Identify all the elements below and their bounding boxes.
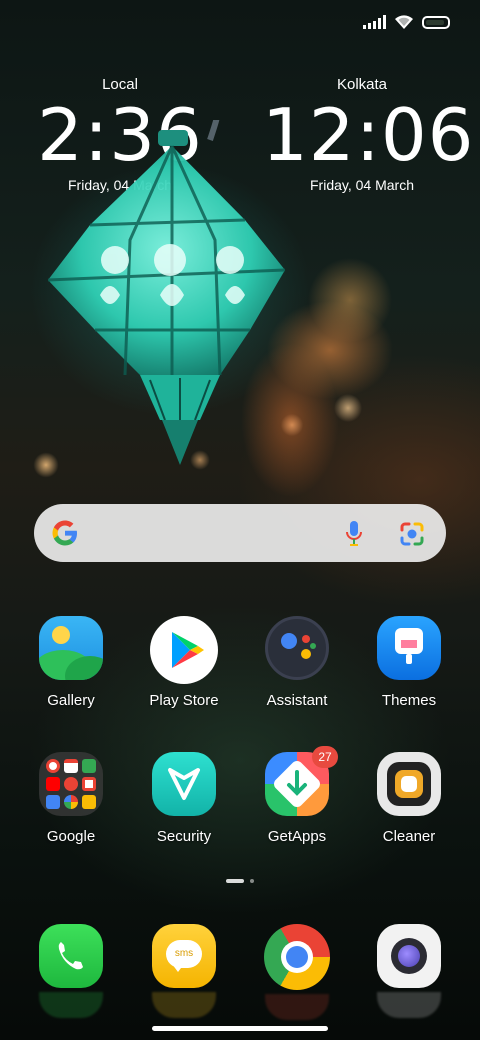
mic-icon[interactable]: [344, 520, 364, 548]
app-label: Themes: [381, 692, 437, 709]
play-store-icon: [150, 616, 218, 684]
page-dot-active: [226, 879, 244, 883]
app-themes[interactable]: Themes: [354, 616, 464, 709]
dock-chrome[interactable]: [242, 924, 352, 1020]
page-dot: [250, 879, 254, 883]
assistant-icon: [265, 616, 329, 680]
signal-icon: [363, 15, 386, 29]
app-play-store[interactable]: Play Store: [129, 616, 239, 709]
app-label: Play Store: [149, 692, 219, 709]
sms-text: sms: [174, 948, 194, 959]
dock-phone[interactable]: [16, 924, 126, 1018]
messages-icon: sms: [152, 924, 216, 988]
phone-icon: [39, 924, 103, 988]
dock-camera[interactable]: [354, 924, 464, 1018]
gallery-icon: [39, 616, 103, 680]
wallpaper-lantern: [47, 120, 286, 465]
home-gesture-bar[interactable]: [152, 1026, 328, 1031]
dock-reflection: [152, 992, 216, 1018]
wifi-icon: [395, 15, 413, 29]
google-logo-icon: [52, 520, 77, 546]
app-label: Assistant: [266, 692, 328, 709]
google-folder-icon: [39, 752, 103, 816]
app-folder-google[interactable]: Google: [16, 752, 126, 845]
cleaner-icon: [377, 752, 441, 816]
app-assistant[interactable]: Assistant: [242, 616, 352, 709]
clock-city-label: Kolkata: [336, 76, 388, 93]
chrome-icon: [264, 924, 330, 990]
app-label: Security: [156, 828, 212, 845]
google-search-bar[interactable]: [34, 504, 446, 562]
page-indicator[interactable]: [0, 879, 480, 883]
dock-reflection: [265, 994, 329, 1020]
security-icon: [152, 752, 216, 816]
dock-reflection: [377, 992, 441, 1018]
dock-reflection: [39, 992, 103, 1018]
app-getapps[interactable]: 27 GetApps: [242, 746, 352, 845]
notification-badge: 27: [312, 746, 338, 768]
app-gallery[interactable]: Gallery: [16, 616, 126, 709]
status-bar: [363, 14, 450, 30]
app-security[interactable]: Security: [129, 752, 239, 845]
themes-icon: [377, 616, 441, 680]
camera-icon: [377, 924, 441, 988]
dock-messages[interactable]: sms: [129, 924, 239, 1018]
clock-city-label: Local: [102, 76, 138, 93]
app-label: Cleaner: [382, 828, 436, 845]
battery-icon: [422, 15, 450, 29]
app-label: GetApps: [267, 828, 327, 845]
app-label: Gallery: [47, 692, 95, 709]
app-cleaner[interactable]: Cleaner: [354, 752, 464, 845]
google-lens-icon[interactable]: [398, 520, 426, 548]
app-label: Google: [46, 828, 96, 845]
